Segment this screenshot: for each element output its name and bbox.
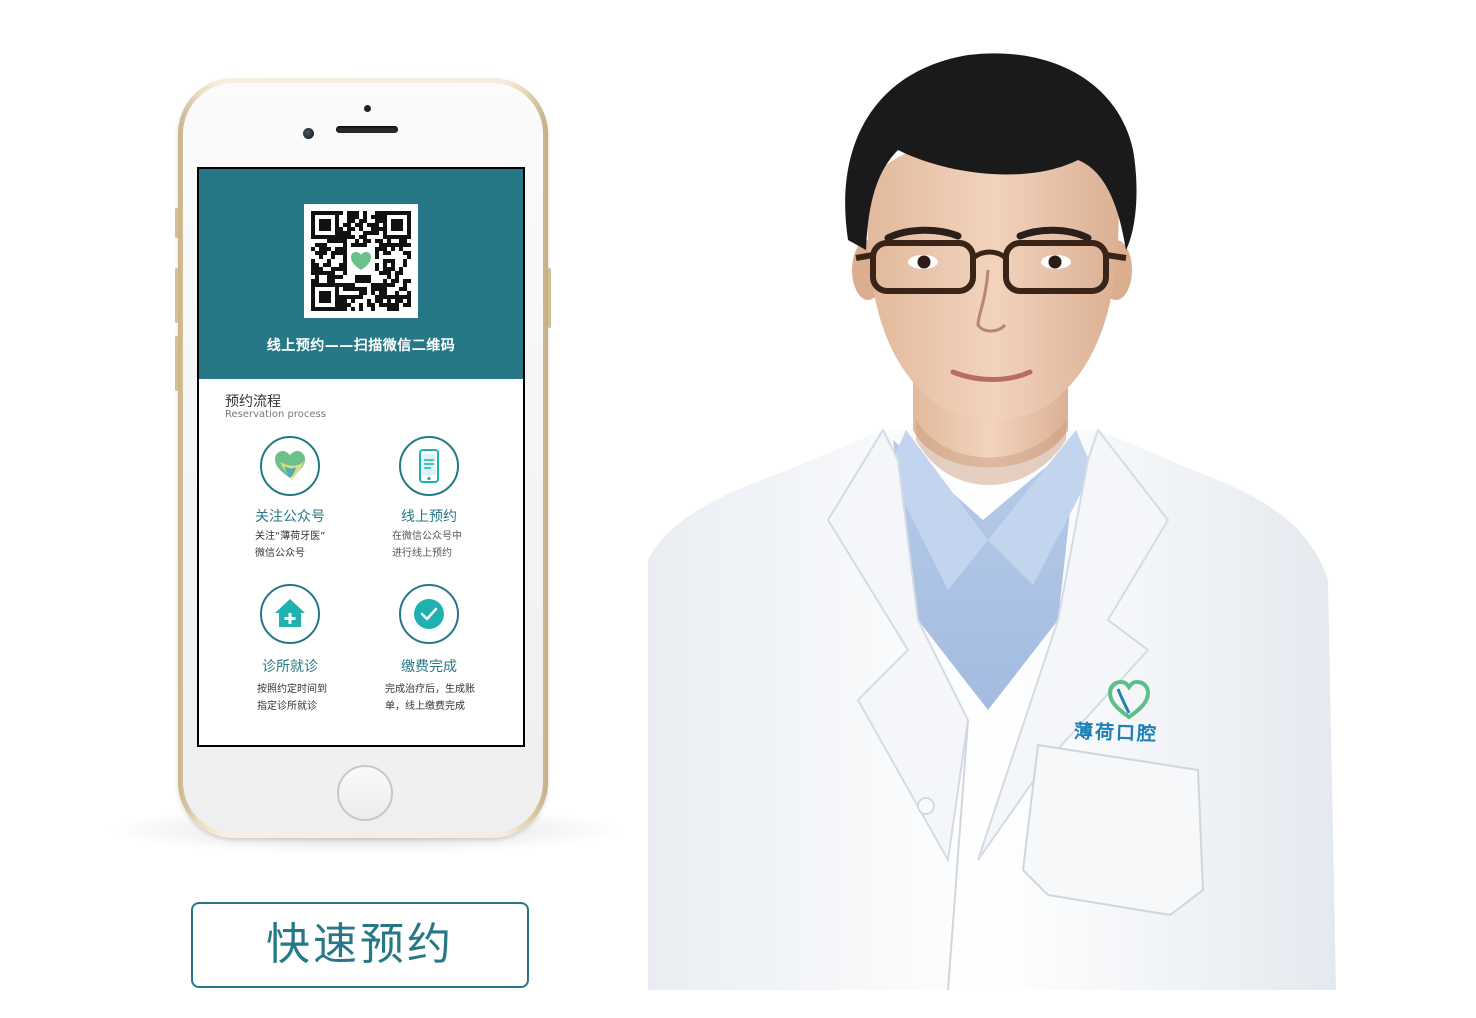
power-button <box>548 268 551 328</box>
process-title: 预约流程 <box>225 394 281 410</box>
check-circle-icon <box>399 584 459 644</box>
step-booking-desc-line2: 进行线上预约 <box>392 548 452 559</box>
step-booking-desc-line1: 在微信公众号中 <box>392 531 462 542</box>
step-follow-desc: 关注“薄荷牙医” 微信公众号 <box>255 528 325 562</box>
step-follow-desc-line2: 微信公众号 <box>255 548 305 559</box>
step-visit-desc-line2: 指定诊所就诊 <box>257 701 317 712</box>
step-visit-title: 诊所就诊 <box>262 659 318 675</box>
quick-booking-button[interactable]: 快速预约 <box>191 902 529 988</box>
phone-screen: 线上预约——扫描微信二维码 预约流程 Reservation process 关… <box>197 167 525 747</box>
qr-code-image <box>311 211 411 311</box>
step-follow-desc-line1: 关注“薄荷牙医” <box>255 531 326 542</box>
wechat-qr-code[interactable] <box>304 204 418 318</box>
step-payment-title: 缴费完成 <box>401 659 457 675</box>
mute-switch <box>175 208 178 238</box>
doctor-photo <box>648 0 1336 990</box>
volume-up-button <box>175 268 178 323</box>
step-booking-desc: 在微信公众号中 进行线上预约 <box>392 528 462 562</box>
home-button[interactable] <box>337 765 393 821</box>
step-payment-desc-line2: 单，线上缴费完成 <box>385 701 465 712</box>
step-follow-title: 关注公众号 <box>255 509 325 525</box>
step-visit-desc: 按照约定时间到 指定诊所就诊 <box>257 681 327 715</box>
step-booking-title: 线上预约 <box>401 509 457 525</box>
mobile-phone-icon <box>399 436 459 496</box>
earpiece-speaker <box>336 126 398 133</box>
volume-down-button <box>175 336 178 391</box>
clinic-house-icon <box>260 584 320 644</box>
front-camera <box>303 128 314 139</box>
proximity-sensor <box>364 105 371 112</box>
coat-logo-text: 薄荷口腔 <box>1073 720 1159 746</box>
step-payment-desc-line1: 完成治疗后，生成账 <box>385 684 475 695</box>
banner: 线上预约——扫描微信二维码 <box>199 169 523 379</box>
step-payment-desc: 完成治疗后，生成账 单，线上缴费完成 <box>385 681 475 715</box>
step-visit-desc-line1: 按照约定时间到 <box>257 684 327 695</box>
banner-text: 线上预约——扫描微信二维码 <box>266 338 456 354</box>
tooth-heart-icon <box>260 436 320 496</box>
process-subtitle: Reservation process <box>225 409 326 420</box>
